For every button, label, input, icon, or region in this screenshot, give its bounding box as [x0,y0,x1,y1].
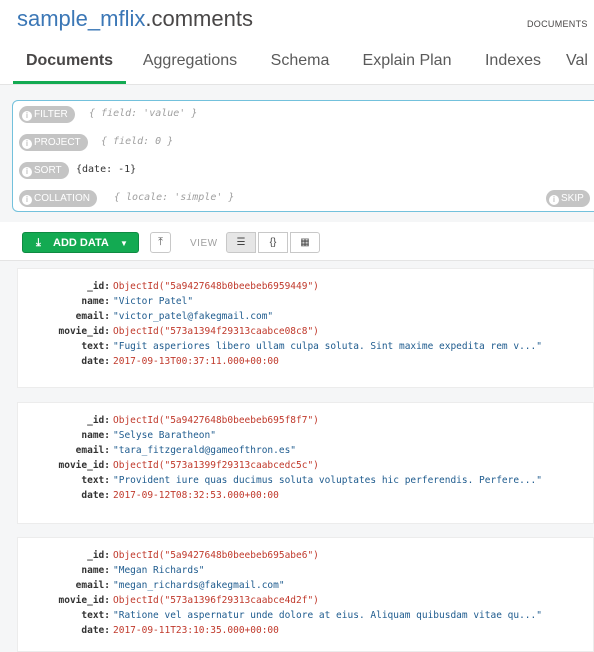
document-card[interactable]: _id: ObjectId("5a9427648b0beebeb6959449")… [17,268,594,388]
info-icon: i [22,139,32,149]
view-label: VIEW [190,238,218,249]
field-key: date: [81,356,110,367]
document-card[interactable]: _id: ObjectId("5a9427648b0beebeb695f8f7")… [17,402,594,524]
collection-header: sample_mflix.comments DOCUMENTS Document… [0,0,594,85]
project-label[interactable]: i PROJECT [19,134,88,151]
documents-toolbar: ⤓ ADD DATA ▼ ⤒ VIEW ☰ {} ▦ [0,222,594,261]
field-value: ObjectId("5a9427648b0beebeb6959449") [113,281,319,292]
add-data-button[interactable]: ⤓ ADD DATA ▼ [22,232,139,253]
field-value: 2017-09-12T08:32:53.000+00:00 [113,490,279,501]
tab-schema[interactable]: Schema [262,46,338,84]
field-key: name: [81,430,110,441]
tab-aggregations[interactable]: Aggregations [134,46,246,84]
sort-label[interactable]: i SORT [19,162,69,179]
query-bar: i FILTER { field: 'value' } i PROJECT { fi… [12,100,594,212]
field-value: "victor_patel@fakegmail.com" [113,311,274,322]
caret-down-icon: ▼ [120,239,128,248]
field-value: "Provident iure quas ducimus soluta volu… [113,475,542,486]
table-view-icon: ▦ [300,237,310,248]
field-value: 2017-09-13T00:37:11.000+00:00 [113,356,279,367]
tab-validation[interactable]: Val [566,46,594,84]
project-input[interactable]: { field: 0 } [101,136,173,147]
field-key: email: [75,311,110,322]
field-key: movie_id: [58,326,110,337]
collation-row: i COLLATION { locale: 'simple' } i SKIP [13,185,594,213]
field-value: "Selyse Baratheon" [113,430,216,441]
download-icon: ⤓ [36,237,41,249]
filter-label[interactable]: i FILTER [19,106,75,123]
list-view-icon: ☰ [236,237,246,248]
skip-label[interactable]: i SKIP [546,190,590,207]
field-key: movie_id: [58,460,110,471]
collection-type-label: DOCUMENTS [527,19,588,29]
json-view-icon: {} [269,237,277,248]
field-key: email: [75,580,110,591]
field-key: email: [75,445,110,456]
document-card[interactable]: _id: ObjectId("5a9427648b0beebeb695abe6")… [17,537,594,652]
field-value: 2017-09-11T23:10:35.000+00:00 [113,625,279,636]
field-value: ObjectId("5a9427648b0beebeb695f8f7") [113,415,319,426]
info-icon: i [22,195,32,205]
field-key: _id: [87,550,110,561]
field-key: date: [81,490,110,501]
tab-documents[interactable]: Documents [13,46,126,84]
project-row: i PROJECT { field: 0 } [13,129,594,157]
field-value: ObjectId("5a9427648b0beebeb695abe6") [113,550,319,561]
field-value: "Megan Richards" [113,565,205,576]
field-key: text: [81,610,110,621]
field-value: "Fugit asperiores libero ullam culpa sol… [113,341,542,352]
collection-tabs: Documents Aggregations Schema Explain Pl… [0,46,594,84]
collection-name: .comments [145,6,253,31]
field-value: "tara_fitzgerald@gameofthron.es" [113,445,297,456]
sort-row: i SORT {date: -1} [13,157,594,185]
field-key: name: [81,296,110,307]
filter-input[interactable]: { field: 'value' } [89,108,197,119]
upload-icon: ⤒ [158,236,163,248]
tab-explain-plan[interactable]: Explain Plan [354,46,460,84]
tab-indexes[interactable]: Indexes [476,46,550,84]
info-icon: i [22,167,32,177]
field-key: text: [81,475,110,486]
database-name[interactable]: sample_mflix [17,6,145,31]
field-key: text: [81,341,110,352]
field-key: date: [81,625,110,636]
field-value: ObjectId("573a1396f29313caabce4d2f") [113,595,319,606]
field-value: "Victor Patel" [113,296,194,307]
field-key: movie_id: [58,595,110,606]
field-value: "Ratione vel aspernatur unde dolore at e… [113,610,542,621]
list-view-button[interactable]: ☰ [226,232,256,253]
info-icon: i [549,195,559,205]
filter-row: i FILTER { field: 'value' } [13,101,594,129]
json-view-button[interactable]: {} [258,232,288,253]
field-value: ObjectId("573a1394f29313caabce08c8") [113,326,319,337]
sort-input[interactable]: {date: -1} [76,164,136,175]
field-value: "megan_richards@fakegmail.com" [113,580,285,591]
info-icon: i [22,111,32,121]
field-key: name: [81,565,110,576]
export-button[interactable]: ⤒ [150,232,171,253]
collation-input[interactable]: { locale: 'simple' } [114,192,234,203]
table-view-button[interactable]: ▦ [290,232,320,253]
field-value: ObjectId("573a1399f29313caabcedc5c") [113,460,319,471]
field-key: _id: [87,281,110,292]
field-key: _id: [87,415,110,426]
collation-label[interactable]: i COLLATION [19,190,97,207]
namespace-title: sample_mflix.comments [17,6,253,32]
